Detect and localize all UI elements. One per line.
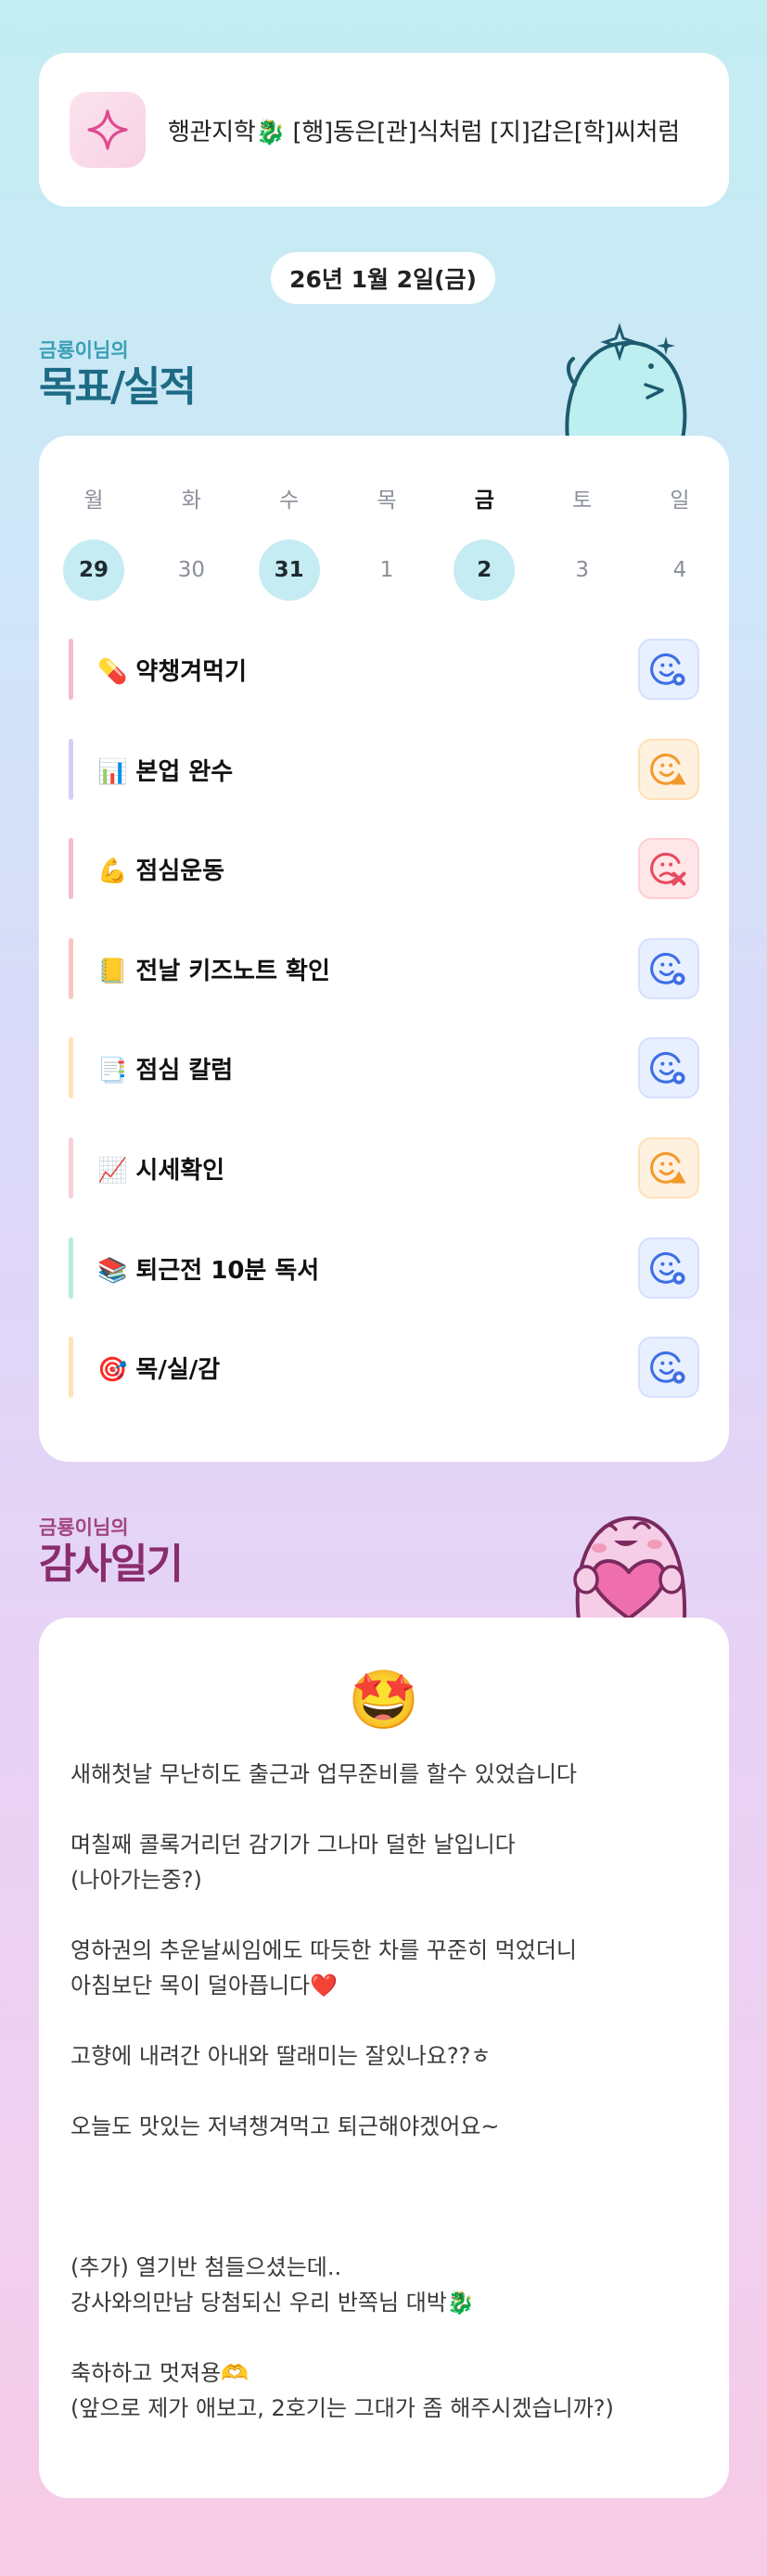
weekday-label: 월	[83, 489, 104, 513]
task-label: 💊 약챙겨먹기	[97, 657, 248, 686]
diary-line	[70, 2320, 710, 2355]
status-warn-icon[interactable]	[638, 1137, 699, 1199]
diary-line: 강사와의만남 당첨되신 우리 반쪽님 대박🐉	[70, 2290, 475, 2316]
status-ok-icon[interactable]	[638, 1337, 699, 1398]
date-number: 29	[63, 539, 124, 601]
task-row[interactable]: 📑 점심 칼럼	[69, 1036, 699, 1099]
weekday-label: 목	[377, 489, 397, 513]
heart-mascot-illustration	[555, 1500, 703, 1622]
weekday-label: 금	[474, 489, 494, 513]
diary-line: (앞으로 제가 애보고, 2호기는 그대가 좀 해주시겠습니까?)	[70, 2395, 614, 2421]
task-row[interactable]: 💊 약챙겨먹기	[69, 638, 699, 701]
task-color-bar	[69, 838, 73, 899]
task-row[interactable]: 💪 점심운동	[69, 837, 699, 900]
weekday-label: 일	[670, 489, 690, 513]
status-warn-icon[interactable]	[638, 739, 699, 800]
diary-line	[70, 2214, 710, 2250]
diary-line: 아침보단 목이 덜아픕니다❤️	[70, 1973, 339, 1999]
task-color-bar	[69, 1037, 73, 1098]
weekday-label: 토	[572, 489, 593, 513]
diary-line: 고향에 내려간 아내와 딸래미는 잘있나요??ㅎ	[70, 2043, 492, 2069]
task-label: 📊 본업 완수	[97, 757, 234, 786]
week-calendar: 월 29 화 30 수 31 목 1 금 2 토 3 일 4	[62, 482, 711, 601]
task-label: 📒 전날 키즈노트 확인	[97, 957, 330, 985]
task-color-bar	[69, 1137, 73, 1199]
date-pill[interactable]: 26년 1월 2일(금)	[271, 252, 495, 304]
gratitude-card: 🤩 새해첫날 무난히도 출근과 업무준비를 할수 있었습니다며칠째 콜록거리던 …	[39, 1618, 729, 2498]
task-color-bar	[69, 639, 73, 700]
calendar-day[interactable]: 일 4	[648, 482, 711, 601]
task-label: 🎯 목/실/감	[97, 1355, 221, 1384]
diary-line	[70, 2003, 710, 2038]
diary-line: (나아가는중?)	[70, 1867, 202, 1893]
diary-line: 며칠째 콜록거리던 감기가 그나마 덜한 날입니다	[70, 1832, 516, 1858]
diary-line	[70, 2074, 710, 2109]
gratitude-header: 금룡이님의 감사일기	[39, 1513, 184, 1588]
goals-subtitle: 금룡이님의	[39, 339, 129, 362]
task-color-bar	[69, 1337, 73, 1398]
sparkle-icon	[70, 92, 146, 168]
gratitude-title: 감사일기	[39, 1541, 184, 1588]
task-row[interactable]: 📚 퇴근전 10분 독서	[69, 1237, 699, 1300]
task-row[interactable]: 📈 시세확인	[69, 1136, 699, 1199]
date-number: 3	[575, 558, 589, 582]
task-color-bar	[69, 1237, 73, 1299]
diary-line: 새해첫날 무난히도 출근과 업무준비를 할수 있었습니다	[70, 1761, 577, 1787]
calendar-day[interactable]: 화 30	[160, 482, 223, 601]
task-label: 📈 시세확인	[97, 1156, 225, 1185]
diary-line	[70, 1897, 710, 1933]
gratitude-subtitle: 금룡이님의	[39, 1516, 129, 1539]
motto-text: 행관지학🐉 [행]동은[관]식처럼 [지]갑은[학]씨처럼	[168, 118, 680, 146]
diary-line: 오늘도 맛있는 저녁챙겨먹고 퇴근해야겠어요~	[70, 2113, 500, 2139]
goals-card: 월 29 화 30 수 31 목 1 금 2 토 3 일 4 💊 약챙겨먹기 📊 …	[39, 436, 729, 1462]
status-ok-icon[interactable]	[638, 639, 699, 700]
diary-line: 축하하고 멋져용🫶	[70, 2360, 249, 2386]
task-label: 📑 점심 칼럼	[97, 1056, 234, 1085]
diary-line: (추가) 열기반 첨들으셨는데..	[70, 2254, 342, 2280]
goals-title: 목표/실적	[39, 363, 197, 411]
calendar-day[interactable]: 목 1	[355, 482, 418, 601]
ghost-mascot-illustration	[555, 320, 694, 440]
diary-line	[70, 2179, 710, 2214]
date-number: 31	[258, 539, 320, 601]
task-row[interactable]: 📊 본업 완수	[69, 738, 699, 801]
status-ok-icon[interactable]	[638, 1237, 699, 1299]
status-bad-icon[interactable]	[638, 838, 699, 899]
date-number: 30	[177, 558, 205, 582]
diary-line: 영하권의 추운날씨임에도 따듯한 차를 꾸준히 먹었더니	[70, 1937, 577, 1963]
task-color-bar	[69, 938, 73, 999]
weekday-label: 화	[181, 489, 201, 513]
calendar-day[interactable]: 토 3	[551, 482, 614, 601]
task-label: 💪 점심운동	[97, 857, 225, 885]
calendar-day[interactable]: 금 2	[453, 482, 516, 601]
status-ok-icon[interactable]	[638, 1037, 699, 1098]
date-number: 1	[379, 558, 394, 582]
gratitude-text: 새해첫날 무난히도 출근과 업무준비를 할수 있었습니다며칠째 콜록거리던 감기…	[70, 1757, 710, 2426]
motto-card: 행관지학🐉 [행]동은[관]식처럼 [지]갑은[학]씨처럼	[39, 53, 729, 207]
calendar-day[interactable]: 수 31	[258, 482, 321, 601]
status-ok-icon[interactable]	[638, 938, 699, 999]
task-color-bar	[69, 739, 73, 800]
task-row[interactable]: 📒 전날 키즈노트 확인	[69, 937, 699, 1000]
diary-line	[70, 2144, 710, 2179]
diary-line	[70, 1792, 710, 1827]
weekday-label: 수	[279, 489, 300, 513]
task-row[interactable]: 🎯 목/실/감	[69, 1336, 699, 1399]
date-number: 4	[672, 558, 687, 582]
date-number: 2	[454, 539, 516, 601]
task-label: 📚 퇴근전 10분 독서	[97, 1256, 320, 1285]
calendar-day[interactable]: 월 29	[62, 482, 125, 601]
star-struck-emoji-icon: 🤩	[348, 1666, 420, 1733]
goals-header: 금룡이님의 목표/실적	[39, 336, 197, 411]
